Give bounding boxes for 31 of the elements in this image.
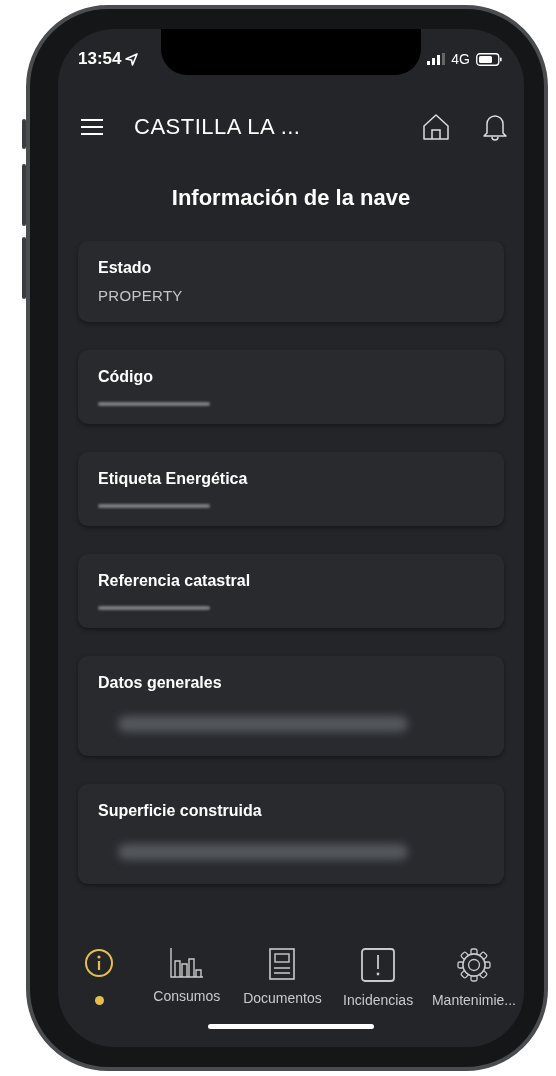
header-title: CASTILLA LA ... [134,114,302,140]
nav-tab[interactable]: Incidencias [330,942,426,1024]
battery-icon [476,52,502,66]
card-label: Referencia catastral [98,572,252,590]
nav-tab[interactable]: Mantenimie... [425,942,522,1024]
card-label: Estado [98,259,153,277]
card-label: Datos generales [98,674,223,692]
signal-icon [427,53,446,65]
bar-chart-icon [169,948,204,978]
nav-label: Consumos [153,988,221,1004]
bell-icon[interactable] [482,113,508,141]
nav-label: Incidencias [343,992,414,1008]
settings-icon [456,948,491,982]
selected-dot [94,996,104,1005]
card-label: Superficie construida [98,802,263,820]
card-label: Código [98,368,155,386]
status-time: 13:54 [78,49,122,69]
card-value: PROPERTY [98,287,184,304]
nav-tab[interactable]: Documentos [234,942,331,1024]
info-icon [84,948,115,978]
nav-label: Documentos [243,990,322,1006]
menu-icon[interactable] [80,118,104,136]
page-title: Información de la nave [170,184,412,212]
nav-label: Mantenimie... [431,992,516,1008]
network-label: 4G [451,51,470,67]
nav-tab[interactable]: Consumos [138,942,235,1024]
card-label: Etiqueta Energética [98,470,249,488]
document-icon [269,948,296,980]
location-arrow-icon [125,52,139,66]
home-icon[interactable] [422,113,450,141]
alert-icon [361,948,396,982]
